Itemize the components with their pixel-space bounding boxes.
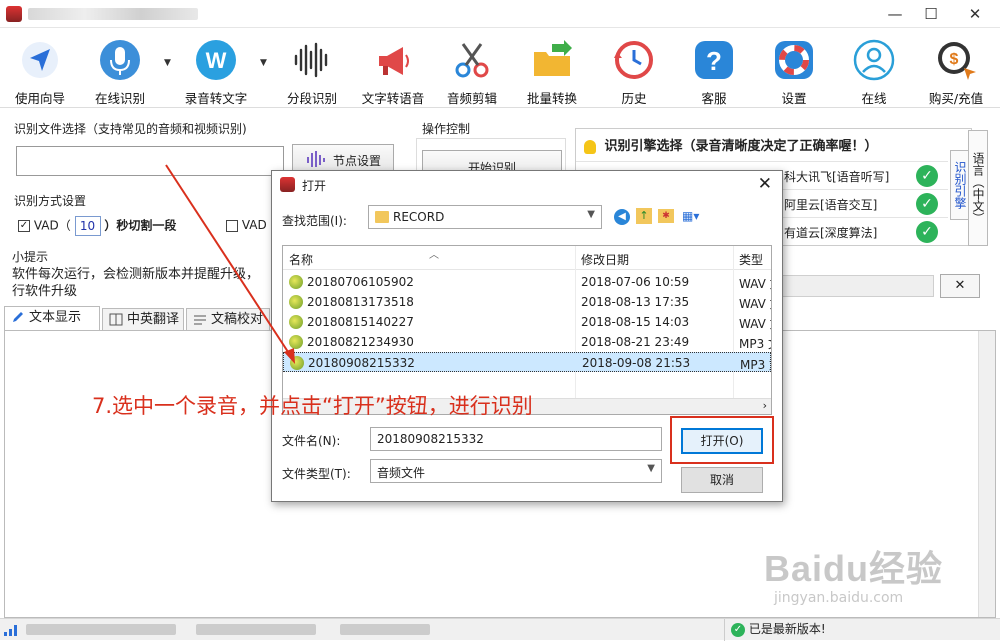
watermark-brand: Baidu经验 — [764, 548, 944, 589]
annotation-highlight-box — [670, 416, 774, 464]
baidu-watermark: Baidu经验 jingyan.baidu.com — [764, 540, 943, 606]
annotation-text: 7.选中一个录音，并点击“打开”按钮，进行识别 — [92, 394, 533, 418]
watermark-url: jingyan.baidu.com — [774, 590, 904, 606]
